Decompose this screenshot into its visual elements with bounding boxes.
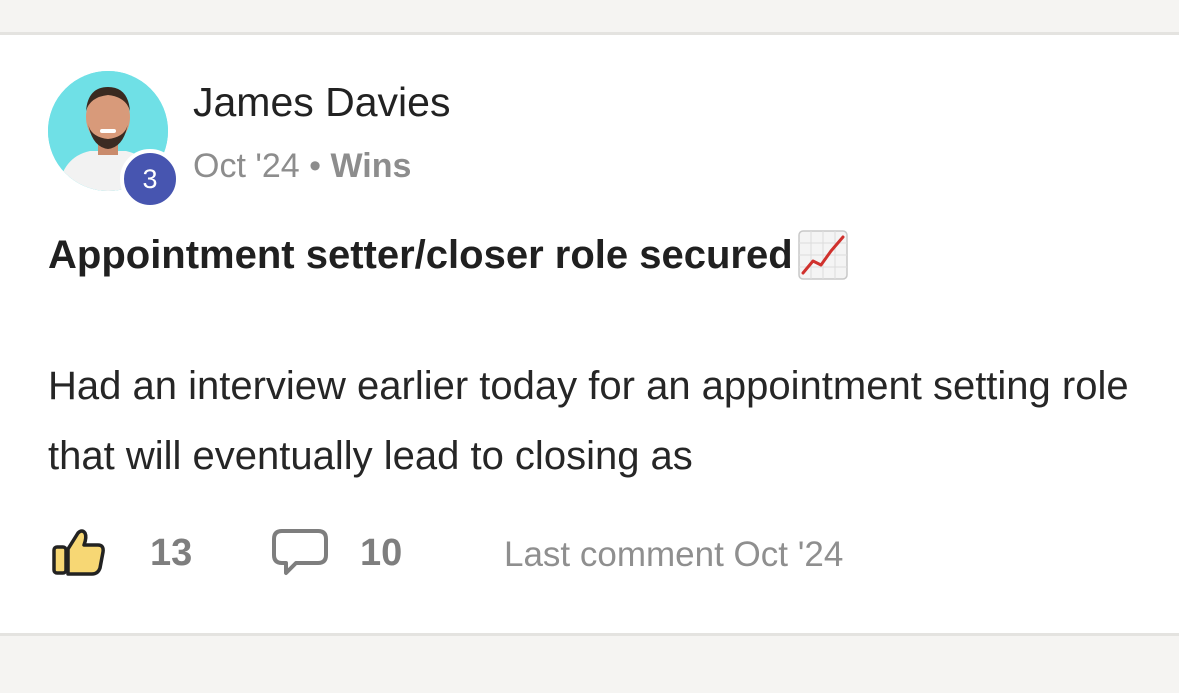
post-date: Oct '24 bbox=[193, 147, 300, 185]
last-comment-text: Last comment Oct '24 bbox=[504, 535, 844, 574]
like-count[interactable]: 13 bbox=[150, 531, 192, 575]
post-card[interactable]: 3 James Davies Oct '24 • Wins Appointmen… bbox=[0, 32, 1179, 636]
post-meta: Oct '24 • Wins bbox=[193, 145, 411, 187]
comment-icon[interactable] bbox=[272, 527, 328, 577]
comment-count[interactable]: 10 bbox=[360, 531, 402, 575]
post-body[interactable]: Had an interview earlier today for an ap… bbox=[48, 351, 1138, 491]
author-name[interactable]: James Davies bbox=[193, 77, 450, 127]
post-actions: 13 10 Last comment Oct '24 bbox=[48, 523, 1048, 583]
feed-divider-top bbox=[0, 0, 1179, 32]
thumbs-up-icon[interactable] bbox=[50, 527, 106, 577]
post-title-text: Appointment setter/closer role secured bbox=[48, 233, 793, 277]
feed-divider-bottom bbox=[0, 636, 1179, 693]
chart-increasing-icon bbox=[797, 229, 849, 281]
post-category[interactable]: Wins bbox=[330, 147, 411, 185]
meta-separator: • bbox=[299, 147, 331, 185]
level-badge: 3 bbox=[120, 149, 180, 209]
post-title[interactable]: Appointment setter/closer role secured bbox=[48, 229, 849, 281]
